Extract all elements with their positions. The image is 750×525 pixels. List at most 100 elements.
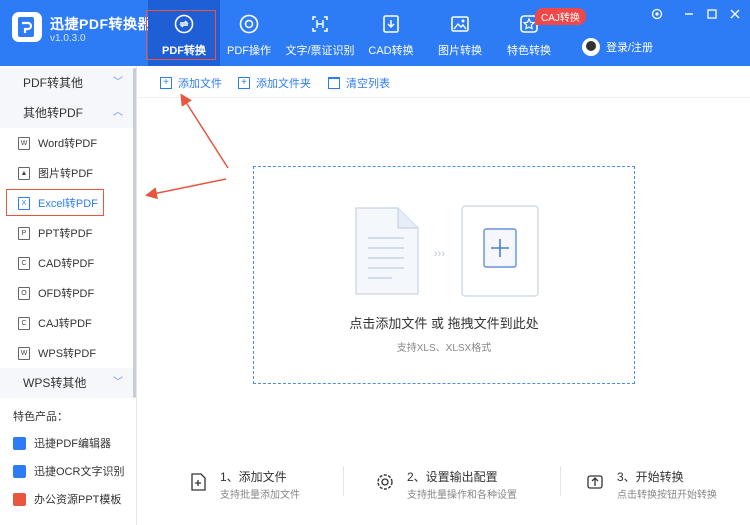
item-label: OFD转PDF	[38, 288, 95, 300]
minimize-icon[interactable]	[682, 8, 696, 22]
item-label: Excel转PDF	[38, 198, 98, 210]
caj-file-icon: C	[18, 316, 30, 330]
featured-label: 办公资源PPT模板	[34, 494, 122, 506]
group-label: 其他转PDF	[23, 106, 84, 120]
gear-icon[interactable]	[650, 8, 664, 22]
trash-icon	[328, 77, 340, 89]
tab-cad[interactable]: CAD转换	[355, 0, 427, 66]
ppt-template-icon	[13, 492, 26, 506]
tab-pdf-operate[interactable]: PDF操作	[213, 0, 285, 66]
featured-label: 迅捷PDF编辑器	[34, 438, 111, 450]
ocr-icon	[312, 16, 328, 32]
featured-label: 迅捷OCR文字识别	[34, 466, 125, 478]
item-label: 图片转PDF	[38, 168, 93, 180]
ppt-file-icon: P	[18, 226, 30, 240]
tab-ocr[interactable]: 文字/票证识别	[284, 0, 356, 66]
add-file-button[interactable]: + 添加文件	[160, 75, 222, 91]
sidebar-group-pdf-to-other[interactable]: PDF转其他 ﹀	[0, 68, 133, 98]
avatar	[582, 38, 600, 56]
featured-ppt-templates[interactable]: 办公资源PPT模板	[13, 491, 121, 507]
tab-pdf-convert[interactable]: PDF转换	[148, 0, 220, 66]
file-dropzone[interactable]: ››› 点击添加文件 或 拖拽文件到此处 支持XLS、XLSX格式	[253, 166, 635, 384]
tab-label: 文字/票证识别	[285, 45, 355, 57]
tab-label: PDF操作	[227, 45, 271, 57]
image-icon	[451, 16, 469, 32]
step-desc: 点击转换按钮开始转换	[617, 490, 717, 501]
pdf-operate-icon	[239, 14, 259, 34]
featured-pdf-editor[interactable]: 迅捷PDF编辑器	[13, 435, 111, 451]
pdf-convert-icon	[174, 14, 194, 34]
step-title: 1、添加文件	[220, 470, 287, 484]
tab-label: CAD转换	[368, 45, 414, 57]
add-file-icon	[191, 473, 206, 491]
ocr-app-icon	[13, 464, 26, 478]
pdf-editor-icon	[13, 436, 26, 450]
cad-icon	[383, 15, 399, 33]
cad-file-icon: C	[18, 256, 30, 270]
step-desc: 支持批量添加文件	[220, 490, 300, 501]
chevron-down-icon: ﹀	[113, 77, 123, 88]
add-folder-icon: +	[238, 77, 250, 89]
chevron-down-icon: ﹀	[113, 377, 123, 388]
featured-title: 特色产品：	[13, 411, 68, 423]
item-label: Word转PDF	[38, 138, 98, 150]
annotation-arrow-to-excel	[145, 178, 227, 200]
image-file-icon: ▲	[18, 166, 30, 180]
maximize-icon[interactable]	[705, 8, 719, 22]
add-file-label: 添加文件	[178, 78, 222, 90]
top-bar: 迅捷PDF转换器 v1.0.3.0 PDF转换 PDF操作 文字/票证识别 CA…	[0, 0, 750, 66]
add-file-icon: +	[160, 77, 172, 89]
wps-file-icon: W	[18, 346, 30, 360]
item-label: CAJ转PDF	[38, 318, 92, 330]
sidebar-item-ofd-to-pdf[interactable]: O OFD转PDF	[0, 281, 133, 305]
add-folder-button[interactable]: + 添加文件夹	[238, 75, 311, 91]
item-label: WPS转PDF	[38, 348, 97, 360]
step-desc: 支持批量操作和各种设置	[407, 490, 517, 501]
sidebar-item-wps-to-pdf[interactable]: W WPS转PDF	[0, 341, 133, 365]
word-file-icon: W	[18, 136, 30, 150]
sidebar-group-wps-to-other[interactable]: WPS转其他 ﹀	[0, 368, 133, 398]
sidebar: PDF转其他 ﹀ 其他转PDF ︿ W Word转PDF ▲ 图片转PDF X …	[0, 66, 137, 525]
sidebar-item-ppt-to-pdf[interactable]: P PPT转PDF	[0, 221, 133, 245]
step-divider	[343, 466, 344, 496]
toolbar: + 添加文件 + 添加文件夹 清空列表	[138, 66, 750, 98]
sidebar-item-cad-to-pdf[interactable]: C CAD转PDF	[0, 251, 133, 275]
sidebar-item-word-to-pdf[interactable]: W Word转PDF	[0, 131, 133, 155]
login-button[interactable]: 登录/注册	[582, 38, 653, 56]
caj-badge[interactable]: CAJ转换	[535, 8, 586, 25]
tab-label: 特色转换	[507, 45, 551, 57]
app-title: 迅捷PDF转换器	[50, 16, 152, 32]
settings-icon	[377, 474, 393, 490]
sidebar-group-other-to-pdf[interactable]: 其他转PDF ︿	[0, 98, 133, 128]
document-to-add-illustration: ›››	[355, 205, 539, 297]
sidebar-item-excel-to-pdf[interactable]: X Excel转PDF	[0, 191, 133, 215]
step-divider	[560, 466, 561, 496]
app-version: v1.0.3.0	[50, 33, 86, 44]
convert-icon	[587, 475, 603, 489]
login-label: 登录/注册	[606, 42, 654, 54]
svg-text:›››: ›››	[434, 248, 445, 260]
tab-label: PDF转换	[162, 45, 206, 57]
chevron-up-icon: ︿	[113, 107, 123, 118]
sidebar-item-caj-to-pdf[interactable]: C CAJ转PDF	[0, 311, 133, 335]
clear-list-button[interactable]: 清空列表	[328, 75, 390, 91]
item-label: PPT转PDF	[38, 228, 93, 240]
sidebar-item-image-to-pdf[interactable]: ▲ 图片转PDF	[0, 161, 133, 185]
app-logo	[12, 12, 42, 42]
dropzone-subtitle: 支持XLS、XLSX格式	[396, 343, 492, 354]
step-title: 2、设置输出配置	[407, 470, 498, 484]
annotation-arrow-to-add-file	[180, 93, 229, 169]
tab-label: 图片转换	[438, 45, 482, 57]
tab-image[interactable]: 图片转换	[424, 0, 496, 66]
item-label: CAD转PDF	[38, 258, 95, 270]
group-label: WPS转其他	[23, 376, 87, 390]
add-folder-label: 添加文件夹	[256, 78, 311, 90]
step-title: 3、开始转换	[617, 470, 684, 484]
clear-list-label: 清空列表	[346, 78, 390, 90]
ofd-file-icon: O	[18, 286, 30, 300]
group-label: PDF转其他	[23, 76, 84, 90]
close-icon[interactable]	[728, 8, 742, 22]
sidebar-scrollbar[interactable]	[133, 68, 136, 398]
featured-ocr[interactable]: 迅捷OCR文字识别	[13, 463, 124, 479]
dropzone-title: 点击添加文件 或 拖拽文件到此处	[349, 316, 539, 331]
